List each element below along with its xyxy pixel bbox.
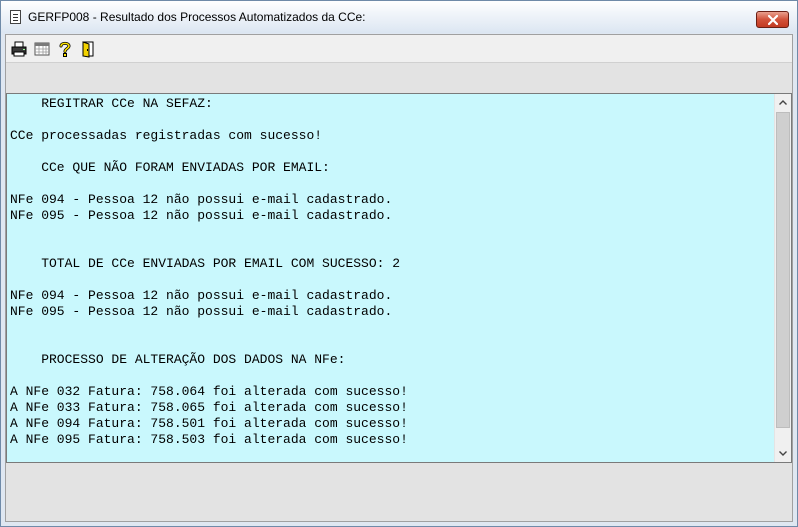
print-button[interactable] xyxy=(10,40,28,58)
title-bar[interactable]: GERFP008 - Resultado dos Processos Autom… xyxy=(1,1,797,33)
help-button[interactable] xyxy=(56,40,74,58)
result-line xyxy=(10,320,771,336)
help-icon xyxy=(59,41,71,57)
result-line xyxy=(10,272,771,288)
vertical-scrollbar[interactable] xyxy=(774,94,791,462)
calendar-icon xyxy=(34,42,50,56)
close-button[interactable] xyxy=(756,11,789,28)
chevron-up-icon xyxy=(779,100,787,105)
document-icon xyxy=(10,10,21,24)
scroll-thumb[interactable] xyxy=(776,112,790,428)
result-line xyxy=(10,336,771,352)
result-text-area[interactable]: REGITRAR CCe NA SEFAZ: CCe processadas re… xyxy=(6,93,792,463)
result-line: NFe 095 - Pessoa 12 não possui e-mail ca… xyxy=(10,304,393,319)
calendar-button[interactable] xyxy=(33,40,51,58)
result-line xyxy=(10,368,771,384)
result-line: REGITRAR CCe NA SEFAZ: xyxy=(10,96,213,111)
result-line xyxy=(10,224,771,240)
client-area: REGITRAR CCe NA SEFAZ: CCe processadas re… xyxy=(5,34,793,522)
printer-icon xyxy=(11,41,27,57)
result-line: A NFe 095 Fatura: 758.503 foi alterada c… xyxy=(10,432,408,447)
result-line xyxy=(10,240,771,256)
result-line: NFe 094 - Pessoa 12 não possui e-mail ca… xyxy=(10,192,393,207)
result-line: NFe 095 - Pessoa 12 não possui e-mail ca… xyxy=(10,208,393,223)
result-line xyxy=(10,112,771,128)
exit-door-icon xyxy=(82,41,94,58)
close-icon xyxy=(768,15,778,25)
result-line: CCe QUE NÃO FORAM ENVIADAS POR EMAIL: xyxy=(10,160,330,175)
result-text-lines: REGITRAR CCe NA SEFAZ: CCe processadas re… xyxy=(10,96,771,448)
result-line: TOTAL DE CCe ENVIADAS POR EMAIL COM SUCE… xyxy=(10,256,401,271)
result-line: NFe 094 - Pessoa 12 não possui e-mail ca… xyxy=(10,288,393,303)
result-line: A NFe 032 Fatura: 758.064 foi alterada c… xyxy=(10,384,408,399)
result-line: A NFe 094 Fatura: 758.501 foi alterada c… xyxy=(10,416,408,431)
bottom-panel xyxy=(6,463,792,521)
result-line: CCe processadas registradas com sucesso! xyxy=(10,128,323,143)
result-line: PROCESSO DE ALTERAÇÃO DOS DADOS NA NFe: xyxy=(10,352,346,367)
window-title: GERFP008 - Resultado dos Processos Autom… xyxy=(28,10,366,24)
scroll-up-button[interactable] xyxy=(775,94,791,111)
scroll-down-button[interactable] xyxy=(775,445,791,462)
toolbar xyxy=(6,35,792,62)
exit-button[interactable] xyxy=(79,40,97,58)
result-line: A NFe 033 Fatura: 758.065 foi alterada c… xyxy=(10,400,408,415)
main-window: GERFP008 - Resultado dos Processos Autom… xyxy=(0,0,798,527)
top-panel xyxy=(6,62,792,93)
result-line xyxy=(10,144,771,160)
chevron-down-icon xyxy=(779,451,787,456)
result-line xyxy=(10,176,771,192)
